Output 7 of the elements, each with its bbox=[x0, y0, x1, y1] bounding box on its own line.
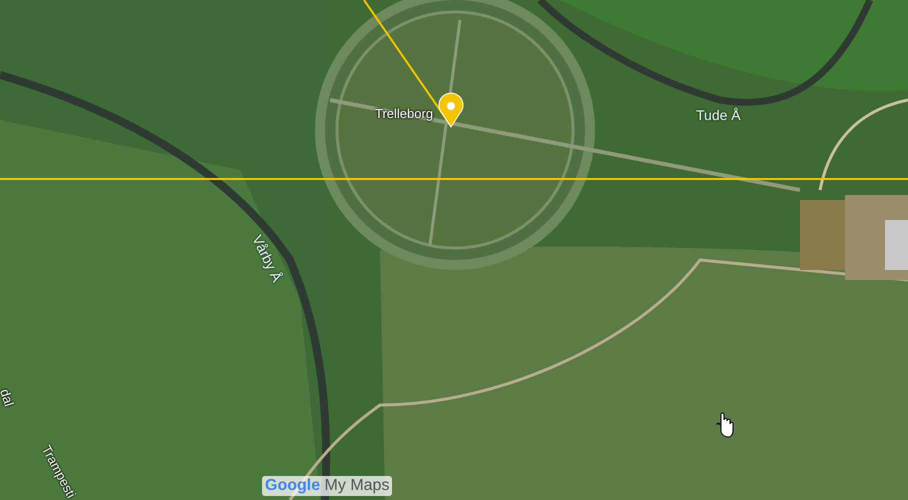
place-label[interactable]: Trelleborg bbox=[375, 104, 434, 124]
map-label: dal bbox=[0, 386, 18, 410]
river-label: Tude Å bbox=[696, 106, 741, 125]
river-label: Vårby Å bbox=[248, 232, 286, 286]
hand-cursor-icon bbox=[716, 412, 734, 438]
logo: Google My Maps bbox=[262, 476, 392, 496]
map-pin-icon[interactable] bbox=[438, 92, 464, 128]
